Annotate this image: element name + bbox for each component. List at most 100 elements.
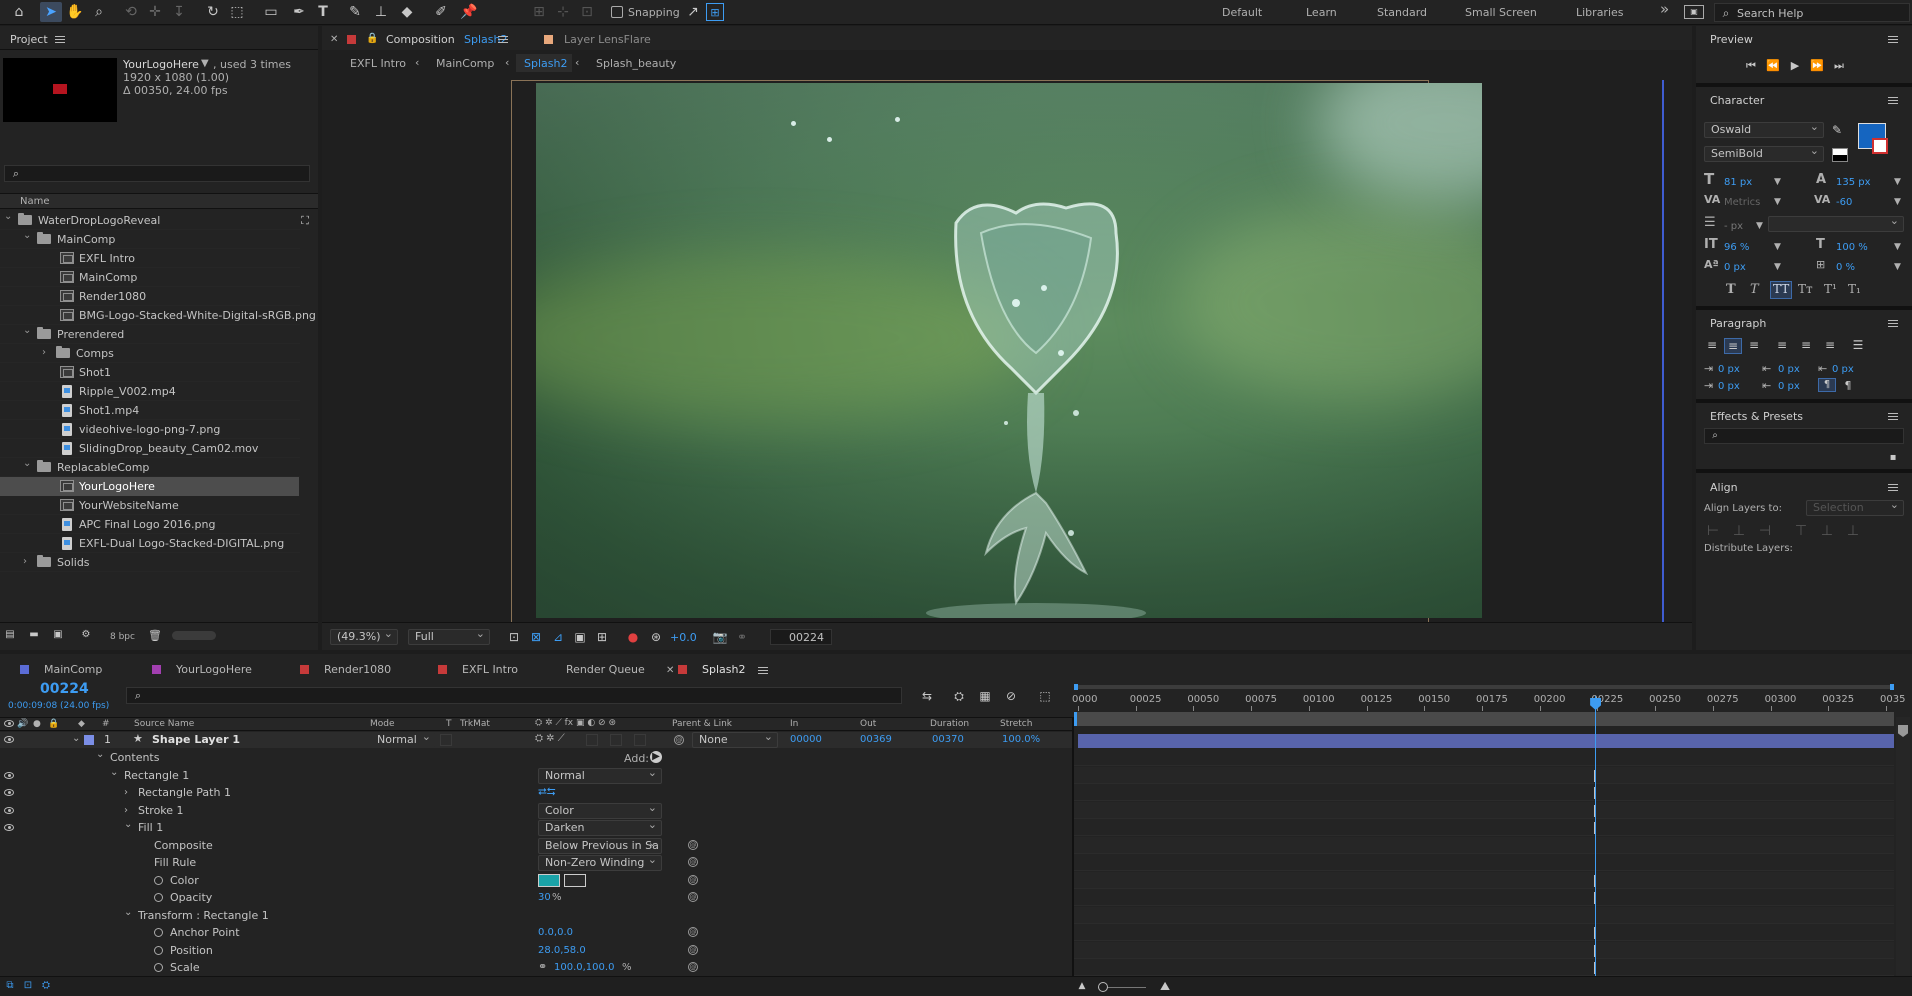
property-row[interactable]: › Rectangle Path 1 ⮂⮀ <box>0 784 1072 801</box>
project-search-input[interactable]: ⌕ <box>4 165 310 182</box>
font-size-dropdown-icon[interactable]: ▼ <box>1774 176 1781 189</box>
effects-search-input[interactable]: ⌕ <box>1704 428 1904 444</box>
snapping-checkbox[interactable] <box>611 6 623 18</box>
property-row[interactable]: Opacity 30% @ <box>0 889 1072 906</box>
faux-bold-button[interactable]: T <box>1726 283 1736 296</box>
project-item-folder[interactable]: › Solids <box>0 553 300 572</box>
work-area-bar[interactable] <box>1074 712 1894 726</box>
col-mode[interactable]: Mode <box>370 718 395 731</box>
timeline-search-input[interactable]: ⌕ <box>126 687 902 704</box>
align-right-edges-icon[interactable]: ⊣ <box>1758 524 1772 538</box>
collapse-arrow-icon[interactable]: ⌄ <box>23 325 31 336</box>
resolution-dropdown[interactable]: Full <box>408 629 490 645</box>
timeline-tab[interactable]: Splash2 <box>702 660 745 680</box>
pen-tool-icon[interactable]: ✒ <box>290 4 308 20</box>
frame-blending-icon[interactable]: ⊘ <box>1002 688 1020 704</box>
layer-duration-bar[interactable] <box>1078 734 1894 748</box>
breadcrumb-item[interactable]: MainComp <box>436 57 494 70</box>
switch-box-motion-blur[interactable] <box>610 734 622 746</box>
workspace-switch-icon[interactable]: ▣ <box>1684 5 1704 19</box>
effects-menu-icon[interactable] <box>1888 413 1898 420</box>
snap-grid-icon[interactable]: ⊞ <box>706 3 724 21</box>
stroke-style-dropdown[interactable] <box>1768 216 1904 232</box>
eyedropper-icon[interactable]: ✎ <box>1829 122 1845 138</box>
add-property-icon[interactable]: ▶ <box>650 751 662 763</box>
justify-center-icon[interactable]: ≡ <box>1798 338 1814 352</box>
project-settings-icon[interactable]: ⚙ <box>78 629 94 641</box>
collapse-arrow-icon[interactable]: ⌄ <box>110 766 118 779</box>
superscript-button[interactable]: T¹ <box>1824 283 1837 296</box>
vertical-scale-dropdown-icon[interactable]: ▼ <box>1774 241 1781 254</box>
faux-italic-button[interactable]: T <box>1750 283 1759 296</box>
bit-depth-button[interactable]: 8 bpc <box>110 631 135 644</box>
time-navigator[interactable] <box>1074 685 1894 689</box>
layer-stretch-value[interactable]: 100.0% <box>1002 733 1040 746</box>
horizontal-scale-value[interactable]: 100 % <box>1836 241 1868 254</box>
layer-out-value[interactable]: 00369 <box>860 733 892 746</box>
align-bottom-edges-icon[interactable]: ⊥ <box>1846 524 1860 538</box>
indent-right-value[interactable]: 0 px <box>1832 363 1854 376</box>
layer-tab-label[interactable]: Layer LensFlare <box>564 33 651 46</box>
property-row[interactable]: ⌄ Contents <box>0 749 1072 766</box>
expression-pickwhip-icon[interactable]: @ <box>688 962 698 972</box>
dolly-tool-icon[interactable]: ↧ <box>170 4 188 20</box>
time-navigator-start-handle[interactable] <box>1074 684 1078 690</box>
exposure-value[interactable]: +0.0 <box>670 631 697 644</box>
align-left-edges-icon[interactable]: ⊢ <box>1706 524 1720 538</box>
axis-view-icon[interactable]: ⊡ <box>578 4 596 20</box>
project-item-comp[interactable]: EXFL Intro <box>0 249 300 268</box>
property-dropdown[interactable]: Non-Zero Winding <box>538 855 662 871</box>
project-item-file[interactable]: videohive-logo-png-7.png <box>0 420 300 439</box>
orbit-tool-icon[interactable]: ⟲ <box>122 4 140 20</box>
collapse-arrow-icon[interactable]: ⌄ <box>124 818 132 831</box>
mask-visibility-icon[interactable]: ⊿ <box>550 629 566 645</box>
time-ruler[interactable]: 0000 00025 00050 00075 00100 00125 00150 00175 0… <box>1072 691 1905 711</box>
leading-value[interactable]: 135 px <box>1836 176 1871 189</box>
vertical-scale-value[interactable]: 96 % <box>1724 241 1749 254</box>
indent-left-value[interactable]: 0 px <box>1718 363 1740 376</box>
transfer-controls-toggle-icon[interactable]: ⊡ <box>22 980 34 992</box>
property-value[interactable]: 30 <box>538 891 551 904</box>
property-row[interactable]: ⌄ Fill 1 Darken <box>0 819 1072 836</box>
col-in[interactable]: In <box>790 718 798 731</box>
stroke-width-value[interactable]: - px <box>1724 220 1743 233</box>
project-item-comp[interactable]: MainComp <box>0 268 300 287</box>
time-zoom-slider-handle[interactable] <box>1098 982 1108 992</box>
color-channels-icon[interactable]: ● <box>625 629 641 645</box>
time-navigator-end-handle[interactable] <box>1890 684 1894 690</box>
fill-color-swatch[interactable] <box>538 873 560 887</box>
timeline-end-marker[interactable] <box>1898 725 1908 737</box>
property-value[interactable]: 28.0,58.0 <box>538 944 586 957</box>
fast-preview-icon[interactable]: ⊡ <box>506 629 522 645</box>
expression-pickwhip-icon[interactable]: @ <box>688 874 698 885</box>
property-row[interactable]: Color @ <box>0 872 1072 889</box>
timeline-vertical-scrollbar[interactable] <box>1896 717 1910 977</box>
align-horizontal-centers-icon[interactable]: ⊥ <box>1732 524 1746 538</box>
flowchart-icon[interactable]: ⛶ <box>298 213 312 227</box>
timeline-tab[interactable]: EXFL Intro <box>462 660 518 680</box>
font-family-dropdown[interactable]: Oswald <box>1704 122 1824 138</box>
timeline-tab[interactable]: MainComp <box>44 660 102 680</box>
align-to-dropdown[interactable]: Selection <box>1806 500 1904 516</box>
layer-switches-toggle-icon[interactable]: ⧉ <box>4 980 16 992</box>
align-right-icon[interactable]: ≡ <box>1746 338 1762 352</box>
col-trkmat[interactable]: TrkMat <box>460 718 490 731</box>
expression-pickwhip-icon[interactable]: @ <box>688 892 698 902</box>
expression-pickwhip-icon[interactable]: @ <box>688 944 698 955</box>
swap-colors-icon[interactable] <box>1832 148 1848 162</box>
tsume-dropdown-icon[interactable]: ▼ <box>1894 261 1901 274</box>
parent-dropdown[interactable]: None <box>692 732 778 748</box>
property-dropdown[interactable]: Below Previous in Sa <box>538 837 662 854</box>
ltr-direction-icon[interactable]: ¶ <box>1818 378 1836 392</box>
layer-label-color[interactable] <box>84 735 94 745</box>
zoom-tool-icon[interactable]: ⌕ <box>90 4 108 20</box>
layer-switches-icons[interactable]: ⛭ ✲ ⟋ <box>535 732 565 745</box>
tracking-dropdown-icon[interactable]: ▼ <box>1894 196 1901 209</box>
lock-icon[interactable]: 🔒 <box>366 32 378 45</box>
current-time-field[interactable]: 00224 <box>770 629 832 645</box>
project-item-comp[interactable]: YourWebsiteName <box>0 496 300 515</box>
graph-editor-icon[interactable]: ⬚ <box>1036 688 1054 704</box>
thumbnail-size-slider[interactable] <box>172 631 216 640</box>
align-left-icon[interactable]: ≡ <box>1704 338 1720 352</box>
grid-guides-icon[interactable]: ⊞ <box>594 629 610 645</box>
